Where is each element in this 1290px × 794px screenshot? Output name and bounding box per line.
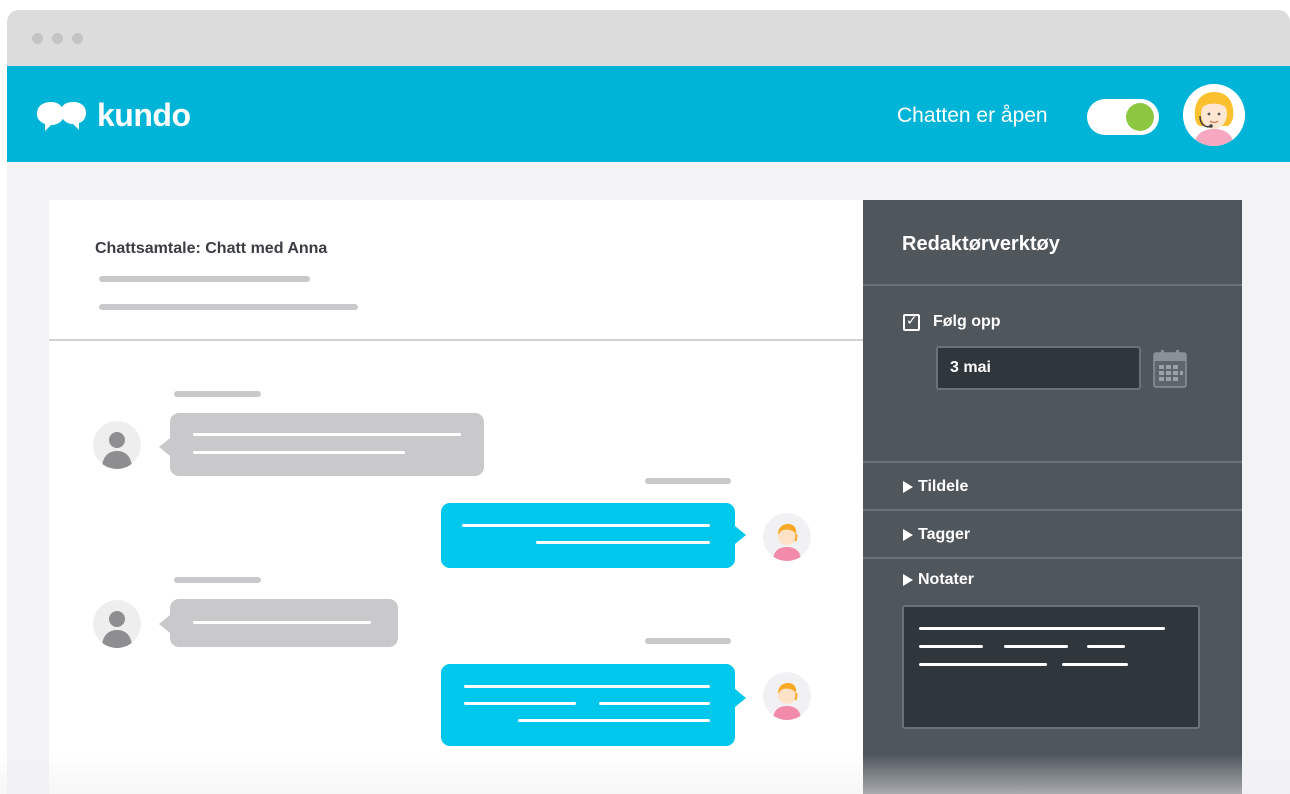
- kundo-logo[interactable]: kundo: [33, 96, 191, 134]
- panel-divider: [863, 509, 1242, 511]
- message-meta-line: [645, 638, 731, 644]
- bubble-tail: [159, 438, 170, 456]
- triangle-right-icon: [903, 574, 913, 586]
- speech-bubbles-icon: [37, 102, 86, 131]
- notes-text-line: [1004, 645, 1068, 648]
- message-text-line: [193, 621, 371, 624]
- editor-tools-panel: Redaktørverktøy ✓ Følg opp Tildele Ta: [863, 200, 1242, 794]
- notes-text-line: [919, 663, 1047, 666]
- placeholder-line: [99, 304, 358, 310]
- section-assign[interactable]: Tildele: [903, 478, 968, 496]
- browser-window: kundo Chatten er åpen Chattsamtale: Chat…: [7, 10, 1290, 794]
- message-meta-line: [174, 577, 261, 583]
- customer-avatar: [93, 421, 141, 469]
- window-chrome: [7, 10, 1290, 66]
- logo-text: kundo: [97, 96, 191, 133]
- message-text-line: [536, 541, 710, 544]
- notes-text-line: [1062, 663, 1128, 666]
- bubble-tail: [735, 526, 746, 544]
- conversation-panel: Chattsamtale: Chatt med Anna: [49, 200, 863, 794]
- message-meta-line: [174, 391, 261, 397]
- user-icon: [93, 421, 141, 469]
- bubble-tail: [159, 615, 170, 633]
- triangle-right-icon: [903, 481, 913, 493]
- message-text-line: [464, 702, 576, 705]
- section-assign-label: Tildele: [918, 478, 969, 495]
- notes-textarea[interactable]: [902, 605, 1200, 729]
- panel-divider: [863, 557, 1242, 559]
- message-meta-line: [645, 478, 731, 484]
- panel-divider: [863, 461, 1242, 463]
- section-notes-label: Notater: [918, 571, 975, 588]
- message-bubble-outgoing: [441, 664, 735, 746]
- message-text-line: [599, 702, 710, 705]
- section-tags[interactable]: Tagger: [903, 526, 970, 544]
- message-bubble-incoming: [170, 413, 484, 476]
- follow-up-label: Følg opp: [933, 313, 1001, 330]
- message-bubble-outgoing: [441, 503, 735, 568]
- app-header: kundo Chatten er åpen: [7, 66, 1290, 162]
- agent-message-avatar: [763, 672, 811, 720]
- toggle-knob: [1126, 103, 1154, 131]
- window-dot-3: [72, 33, 83, 44]
- placeholder-line: [99, 276, 310, 282]
- notes-text-line: [1087, 645, 1125, 648]
- agent-avatar[interactable]: [1183, 84, 1245, 146]
- calendar-icon[interactable]: [1153, 350, 1187, 388]
- conversation-title: Chattsamtale: Chatt med Anna: [95, 240, 328, 257]
- section-tags-label: Tagger: [918, 526, 971, 543]
- checkmark-icon: ✓: [906, 313, 918, 329]
- panel-divider: [863, 284, 1242, 286]
- agent-message-avatar: [763, 513, 811, 561]
- agent-avatar-small-icon: [763, 513, 811, 561]
- message-text-line: [193, 433, 461, 436]
- message-text-line: [462, 524, 710, 527]
- agent-avatar-icon: [1183, 84, 1245, 146]
- follow-up-date-input[interactable]: [936, 346, 1141, 390]
- agent-avatar-small-icon: [763, 672, 811, 720]
- message-text-line: [464, 685, 710, 688]
- message-text-line: [518, 719, 710, 722]
- notes-text-line: [919, 627, 1165, 630]
- follow-up-checkbox[interactable]: ✓: [903, 313, 920, 331]
- editor-tools-title: Redaktørverktøy: [902, 233, 1060, 255]
- message-text-line: [193, 451, 405, 454]
- chat-status-label: Chatten er åpen: [897, 104, 1048, 127]
- notes-text-line: [919, 645, 983, 648]
- section-notes[interactable]: Notater: [903, 571, 974, 589]
- window-dot-1: [32, 33, 43, 44]
- chat-open-toggle[interactable]: [1087, 99, 1159, 135]
- bubble-tail: [735, 689, 746, 707]
- user-icon: [93, 600, 141, 648]
- triangle-right-icon: [903, 529, 913, 541]
- message-bubble-incoming: [170, 599, 398, 647]
- customer-avatar: [93, 600, 141, 648]
- conversation-divider: [49, 339, 863, 341]
- window-dot-2: [52, 33, 63, 44]
